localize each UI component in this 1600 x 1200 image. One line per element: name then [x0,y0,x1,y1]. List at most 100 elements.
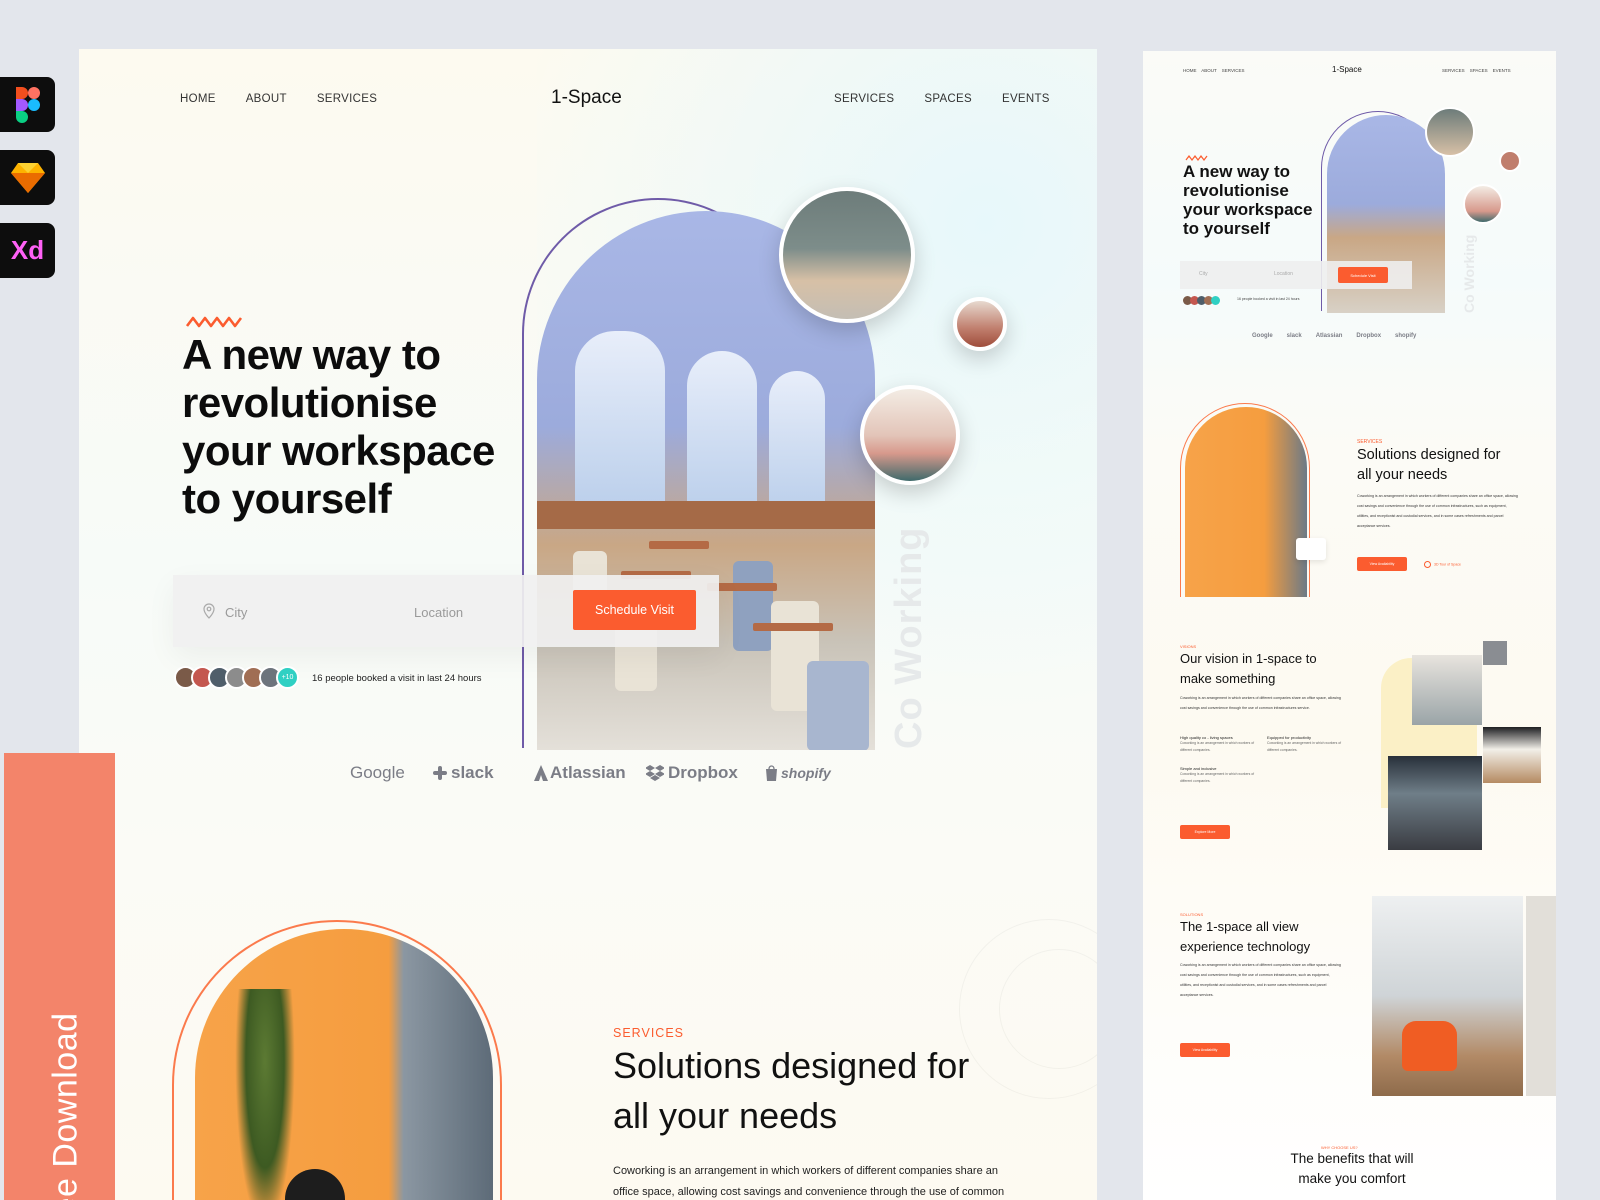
preview-3d-tour-link[interactable]: 3D Tour of Space [1424,561,1461,568]
preview-solutions-title: The 1-space all view experience technolo… [1180,917,1310,957]
dropbox-label: Dropbox [668,763,738,782]
preview-partner-logos: Google slack Atlassian Dropbox shopify [1252,333,1416,339]
shopify-logo: shopify [765,765,831,781]
nav-home[interactable]: HOME [180,93,216,105]
preview-solutions-cta[interactable]: View Availability [1180,1043,1230,1057]
preview-hero-line: to yourself [1183,219,1270,238]
desktop-landing-page: HOME ABOUT SERVICES 1-Space SERVICES SPA… [79,49,1097,1200]
preview-atlassian-logo: Atlassian [1315,333,1343,339]
services-title-line: all your needs [613,1095,838,1136]
preview-shopify-logo: shopify [1395,333,1417,339]
schedule-visit-button[interactable]: Schedule Visit [573,590,696,630]
preview-google-logo: Google [1252,333,1273,339]
preview-visions-title: Our vision in 1-space to make something [1180,649,1317,689]
preview-feature-text: Coworking is an arrangement in which wor… [1180,772,1255,783]
city-input[interactable]: City [225,605,247,620]
brand-logo[interactable]: 1-Space [551,87,622,109]
nav-spaces[interactable]: SPACES [924,93,972,105]
preview-nav-about[interactable]: ABOUT [1201,68,1217,73]
preview-solutions-photo [1372,896,1523,1096]
preview-calendar-card [1296,538,1326,560]
preview-feature: High quality co - living spaces Coworkin… [1180,735,1260,754]
preview-nav-home[interactable]: HOME [1183,68,1197,73]
preview-feature: Equipped for productivity Coworking is a… [1267,735,1347,754]
preview-hero-heading: A new way to revolutionise your workspac… [1183,162,1312,238]
play-icon [1424,561,1431,568]
nav-left: HOME ABOUT SERVICES [180,93,377,105]
preview-why-title-line: The benefits that will [1290,1151,1414,1166]
preview-services-title-line: all your needs [1357,467,1448,483]
preview-why-title: The benefits that will make you comfort [1272,1149,1432,1189]
google-logo: Google [350,763,405,782]
preview-services-title-line: Solutions designed for [1357,447,1501,463]
preview-nav-services-right[interactable]: SERVICES [1442,68,1465,73]
figma-icon [0,77,55,132]
preview-view-availability-button[interactable]: View Availability [1357,557,1407,571]
meeting-circle-photo [953,297,1007,351]
adobe-xd-icon: Xd [0,223,55,278]
atlassian-icon [534,765,548,781]
orange-armchair [1402,1021,1457,1071]
preview-nav-right: SERVICES SPACES EVENTS [1442,68,1511,73]
preview-nav-left: HOME ABOUT SERVICES [1183,68,1244,73]
location-input[interactable]: Location [414,605,463,620]
preview-nav-spaces[interactable]: SPACES [1470,68,1488,73]
preview-slack-logo: slack [1286,333,1302,339]
services-text-line: office space, allowing cost savings and … [613,1186,1005,1198]
preview-hero-line: revolutionise [1183,181,1289,200]
preview-circle-photo [1463,184,1503,224]
preview-vertical-text: Co Working [1461,234,1477,313]
hero-line: revolutionise [182,379,437,426]
preview-brand[interactable]: 1-Space [1332,65,1362,74]
preview-vision-photo [1483,641,1507,665]
nav-events[interactable]: EVENTS [1002,93,1050,105]
xd-label: Xd [10,235,45,265]
preview-vision-photo [1388,756,1482,850]
hero-line: to yourself [182,475,392,522]
preview-nav-events[interactable]: EVENTS [1493,68,1511,73]
preview-vision-photo [1412,655,1482,725]
services-text-line: Coworking is an arrangement in which wor… [613,1165,998,1177]
preview-hero-line: A new way to [1183,162,1291,181]
nav-services-right[interactable]: SERVICES [834,93,894,105]
search-bar: City Location Schedule Visit [173,575,719,647]
preview-services-text: Coworking is an arrangement in which wor… [1357,494,1518,528]
squiggle-decoration [185,316,243,328]
preview-schedule-visit-button[interactable]: Schedule Visit [1338,267,1388,283]
preview-feature: Simple and inclusive Coworking is an arr… [1180,766,1260,785]
preview-solutions-title-line: experience technology [1180,939,1311,954]
office-circle-photo [779,187,915,323]
booked-avatars: +10 [174,666,299,689]
slack-icon [433,766,447,780]
preview-search-bar: City Location Schedule Visit [1180,261,1412,289]
preview-feature-text: Coworking is an arrangement in which wor… [1180,741,1255,752]
preview-location-input[interactable]: Location [1274,270,1293,279]
nav-services[interactable]: SERVICES [317,93,377,105]
booked-text: 16 people booked a visit in last 24 hour… [312,673,482,684]
shopify-bag-icon [766,765,777,781]
preview-avatars [1183,296,1220,305]
preview-solutions-title-line: The 1-space all view [1180,919,1299,934]
dropbox-icon [646,765,664,781]
preview-3d-tour-label: 3D Tour of Space [1434,562,1461,567]
hero-line: your workspace [182,427,495,474]
hero-line: A new way to [182,331,441,378]
preview-explore-more-button[interactable]: Explore More [1180,825,1230,839]
full-page-preview: HOME ABOUT SERVICES 1-Space SERVICES SPA… [1143,51,1556,1200]
preview-solutions-photo [1526,896,1556,1096]
nav-right: SERVICES SPACES EVENTS [834,93,1050,105]
preview-circle-photo [1499,150,1521,172]
free-download-banner[interactable]: Free Download [4,753,115,1200]
atlassian-logo: Atlassian [534,763,626,783]
avatar-more-count: +10 [276,666,299,689]
preview-hero-line: your workspace [1183,200,1313,219]
preview-nav-services[interactable]: SERVICES [1222,68,1245,73]
preview-dropbox-logo: Dropbox [1356,333,1382,339]
shopify-label: shopify [781,765,831,781]
preview-squiggle [1185,155,1208,161]
preview-city-input[interactable]: City [1199,270,1208,279]
slack-label: slack [451,763,494,782]
nav-about[interactable]: ABOUT [246,93,287,105]
preview-feature-text: Coworking is an arrangement in which wor… [1267,741,1342,752]
preview-services-title: Solutions designed for all your needs [1357,445,1501,485]
